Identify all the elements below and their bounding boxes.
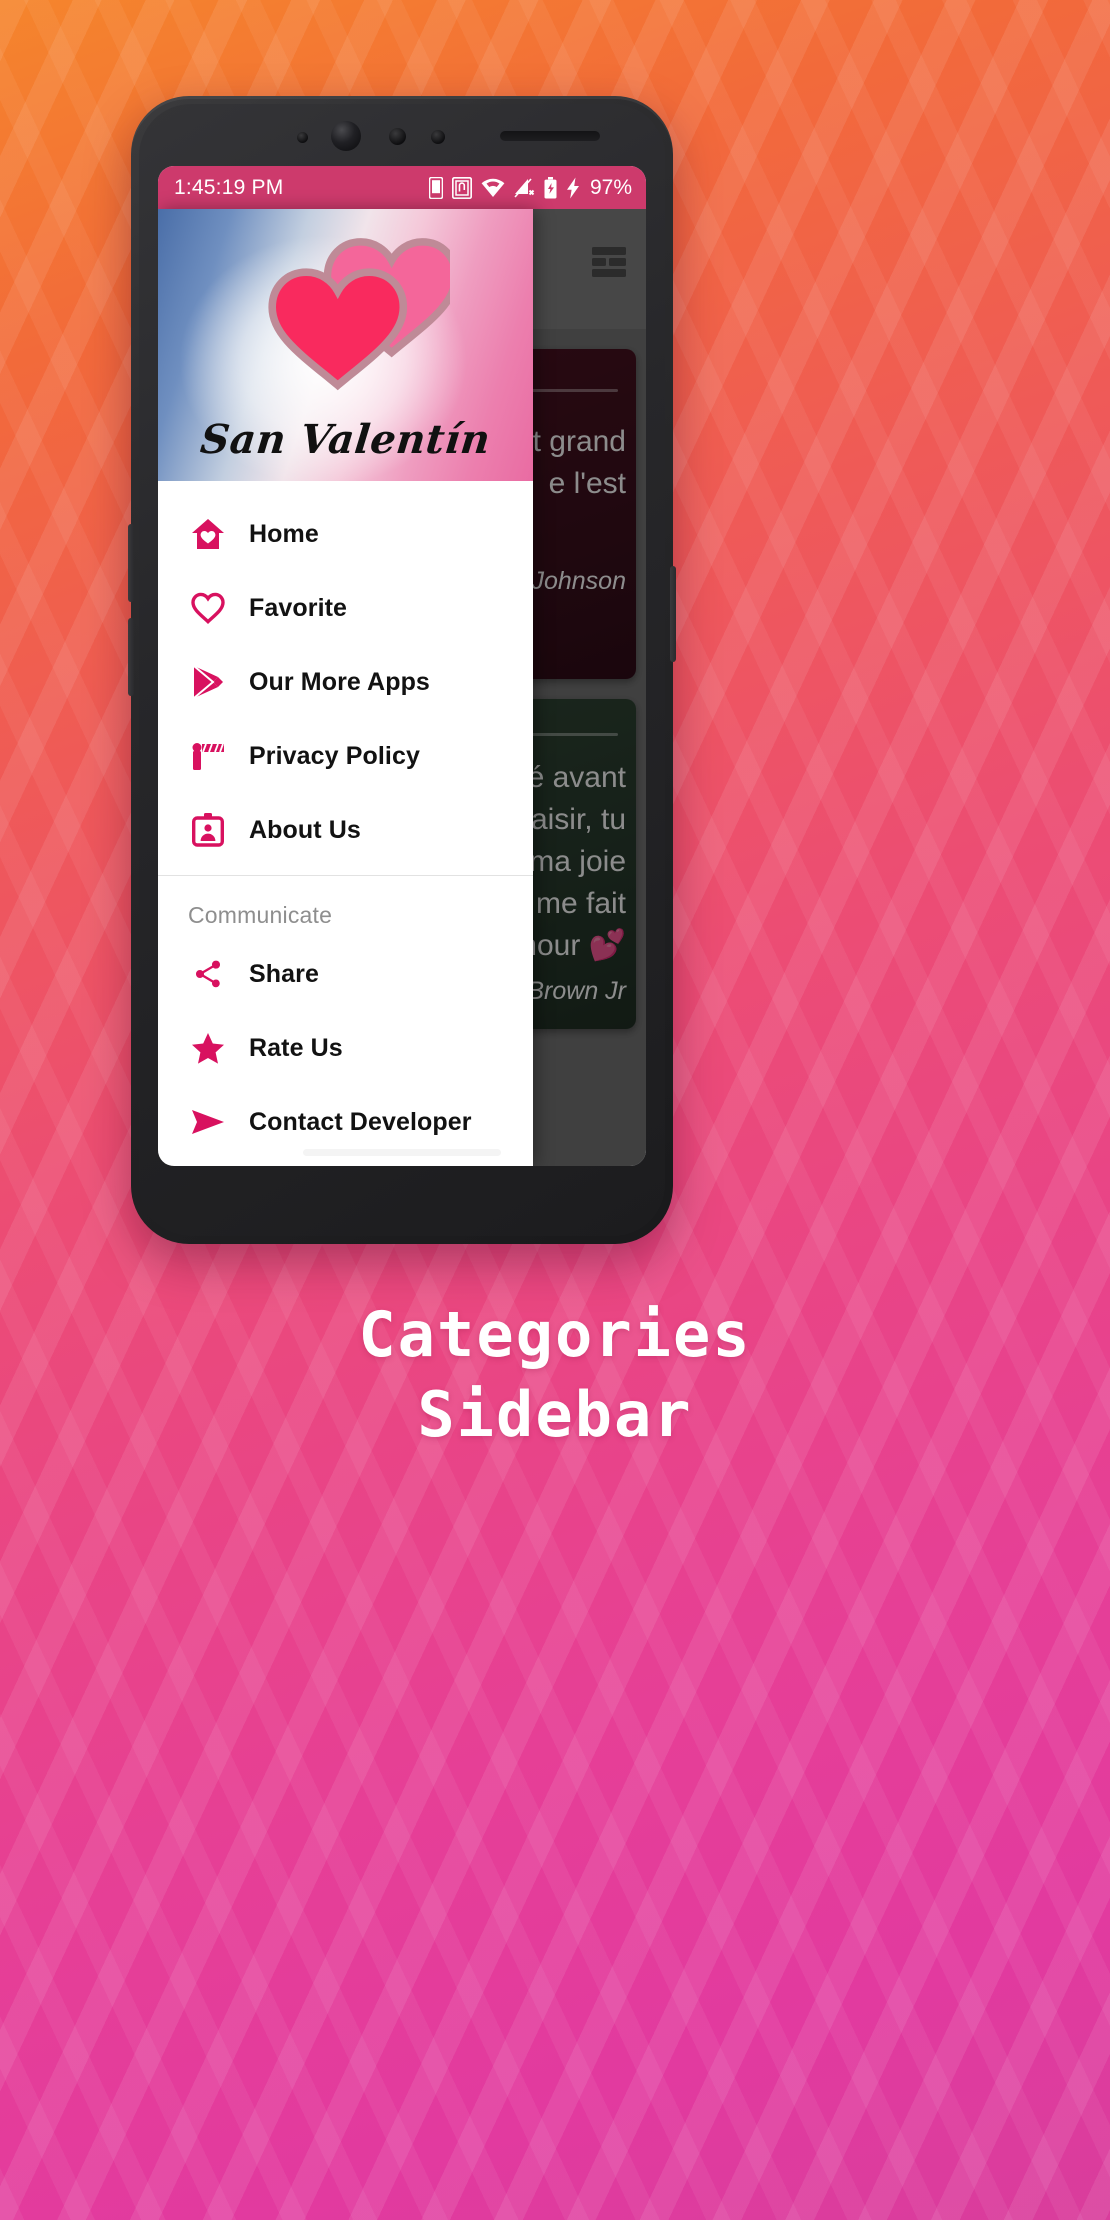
battery-charging-icon — [544, 176, 557, 199]
menu-item-rate-us[interactable]: Rate Us — [158, 1011, 533, 1085]
caption: Categories Sidebar — [0, 1295, 1110, 1455]
id-badge-icon — [188, 813, 228, 847]
proximity-sensor-icon — [389, 128, 406, 145]
volume-down-button[interactable] — [128, 618, 134, 696]
menu-item-home[interactable]: Home — [158, 497, 533, 571]
menu-item-label: Share — [249, 959, 319, 988]
menu-group-label: Communicate — [188, 902, 333, 928]
signal-off-icon — [514, 177, 535, 198]
caption-line-1: Categories — [358, 1298, 752, 1371]
phone-mockup: 1:45:19 PM 97% t grand e l'est el Johnso… — [128, 96, 676, 1244]
share-nodes-icon — [188, 958, 228, 990]
iris-sensor-icon — [431, 130, 445, 144]
front-camera-icon — [331, 121, 361, 151]
menu-item-privacy-policy[interactable]: Privacy Policy — [158, 719, 533, 793]
menu-item-label: Our More Apps — [249, 667, 430, 696]
menu-item-label: Favorite — [249, 593, 348, 622]
heart-outline-icon — [188, 592, 228, 624]
double-heart-icon — [158, 229, 533, 397]
power-button[interactable] — [670, 566, 676, 662]
menu-item-our-more-apps[interactable]: Our More Apps — [158, 645, 533, 719]
nfc-icon — [451, 176, 472, 199]
wifi-icon — [481, 178, 505, 198]
phone-sensor-row — [131, 120, 673, 154]
bolt-icon — [566, 177, 580, 199]
star-icon — [188, 1032, 228, 1065]
home-heart-icon — [188, 517, 228, 551]
app-title: San Valentín — [198, 416, 493, 463]
battery-percent-label: 97% — [589, 175, 632, 199]
navigation-drawer: San Valentín Home Favorite Our More Apps… — [158, 209, 533, 1166]
drawer-header: San Valentín — [158, 209, 533, 481]
light-sensor-icon — [297, 132, 308, 143]
menu-item-label: About Us — [249, 815, 361, 844]
phone-icon — [428, 176, 443, 199]
play-store-icon — [188, 665, 228, 699]
caption-line-2: Sidebar — [417, 1378, 693, 1451]
barrier-gate-icon — [188, 741, 228, 771]
menu-item-label: Home — [249, 519, 319, 548]
earpiece-speaker — [500, 131, 600, 141]
status-time: 1:45:19 PM — [174, 175, 284, 199]
menu-item-label: Privacy Policy — [249, 741, 420, 770]
menu-item-contact-developer[interactable]: Contact Developer — [158, 1085, 533, 1159]
menu-item-favorite[interactable]: Favorite — [158, 571, 533, 645]
status-icon-group: 97% — [428, 175, 632, 200]
phone-screen: 1:45:19 PM 97% t grand e l'est el Johnso… — [158, 166, 646, 1166]
drawer-menu: Home Favorite Our More Apps Privacy Poli… — [158, 481, 533, 1166]
volume-up-button[interactable] — [128, 524, 134, 602]
menu-item-label: Rate Us — [249, 1033, 343, 1062]
menu-item-label: Contact Developer — [249, 1107, 472, 1136]
menu-item-about-us[interactable]: About Us — [158, 793, 533, 867]
menu-item-share[interactable]: Share — [158, 937, 533, 1011]
status-bar: 1:45:19 PM 97% — [158, 166, 646, 209]
send-icon — [188, 1109, 228, 1135]
